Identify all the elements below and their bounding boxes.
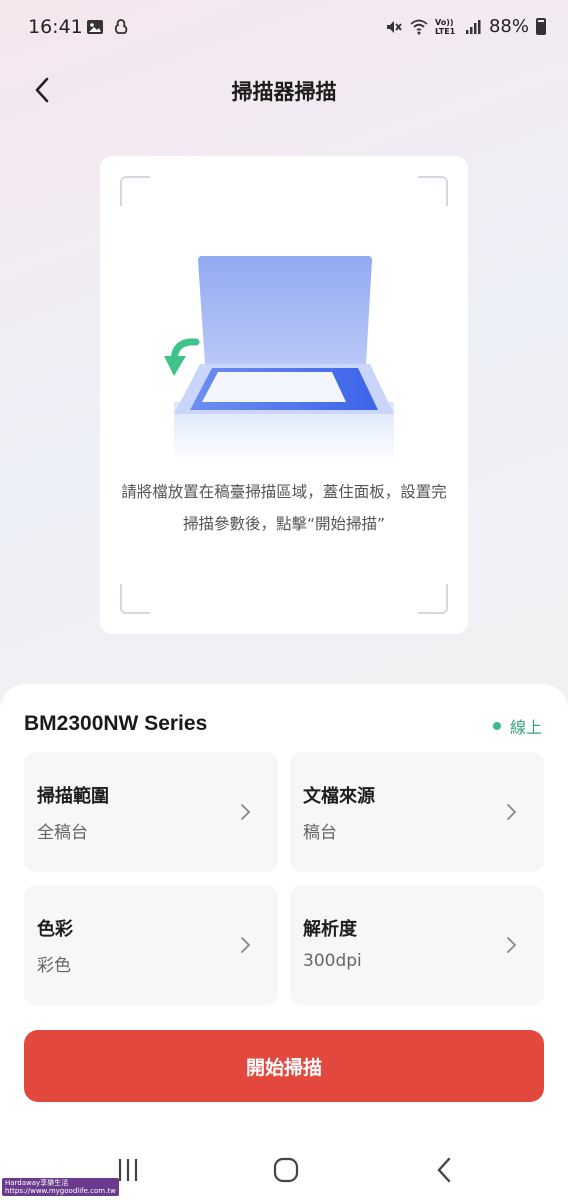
option-value: 彩色 [37,956,71,976]
frame-corner-top-left [120,176,150,206]
option-value: 稿台 [303,823,337,843]
scan-settings-sheet: BM2300NW Series 線上 掃描範圍 全稿台 文檔來源 稿台 色彩 彩… [0,684,568,1200]
printer-status: 線上 [492,714,542,738]
back-icon [437,1157,451,1183]
printer-name: BM2300NW Series [24,712,208,735]
image-icon [87,20,103,34]
option-color[interactable]: 色彩 彩色 [24,885,278,1005]
frame-corner-bottom-left [120,584,150,614]
option-label: 掃描範圍 [37,786,109,807]
frame-corner-top-right [418,176,448,206]
option-document-source[interactable]: 文檔來源 稿台 [290,752,544,872]
home-icon [273,1157,299,1183]
option-label: 色彩 [37,919,73,940]
scanner-illustration [164,256,394,462]
frame-corner-bottom-right [418,584,448,614]
watermark-logo: Hardaway享樂生活 https://www.mygoodlife.com.… [2,1178,119,1196]
chevron-right-icon [241,937,251,953]
option-resolution[interactable]: 解析度 300dpi [290,885,544,1005]
mute-icon [386,20,402,33]
notification-app-icon [114,19,128,34]
option-value: 300dpi [303,951,362,971]
chevron-right-icon [507,937,517,953]
signal-icon [465,19,481,34]
option-label: 文檔來源 [303,786,375,807]
battery-icon [536,18,546,35]
home-button[interactable] [266,1152,306,1188]
start-scan-button[interactable]: 開始掃描 [24,1030,544,1102]
status-time: 16:41 [28,16,83,38]
wifi-icon [410,19,428,34]
chevron-right-icon [241,804,251,820]
scan-illustration-card: 請將檔放置在稿臺掃描區域，蓋住面板，設置完掃描參數後，點擊“開始掃描” [100,156,468,634]
chevron-right-icon [507,804,517,820]
page-title: 掃描器掃描 [231,80,337,104]
scan-instruction-text: 請將檔放置在稿臺掃描區域，蓋住面板，設置完掃描參數後，點擊“開始掃描” [121,483,447,533]
volte-icon: Vo)) LTE1 [434,17,456,36]
option-label: 解析度 [303,919,357,940]
battery-percent: 88% [488,16,529,37]
printer-status-label: 線上 [509,718,542,737]
status-bar: 16:41 Vo)) LTE1 88% [0,0,568,56]
option-value: 全稿台 [37,823,88,843]
online-status-dot-icon [492,722,501,730]
recent-apps-icon [118,1159,138,1181]
option-scan-area[interactable]: 掃描範圍 全稿台 [24,752,278,872]
nav-back-button[interactable] [424,1152,464,1188]
